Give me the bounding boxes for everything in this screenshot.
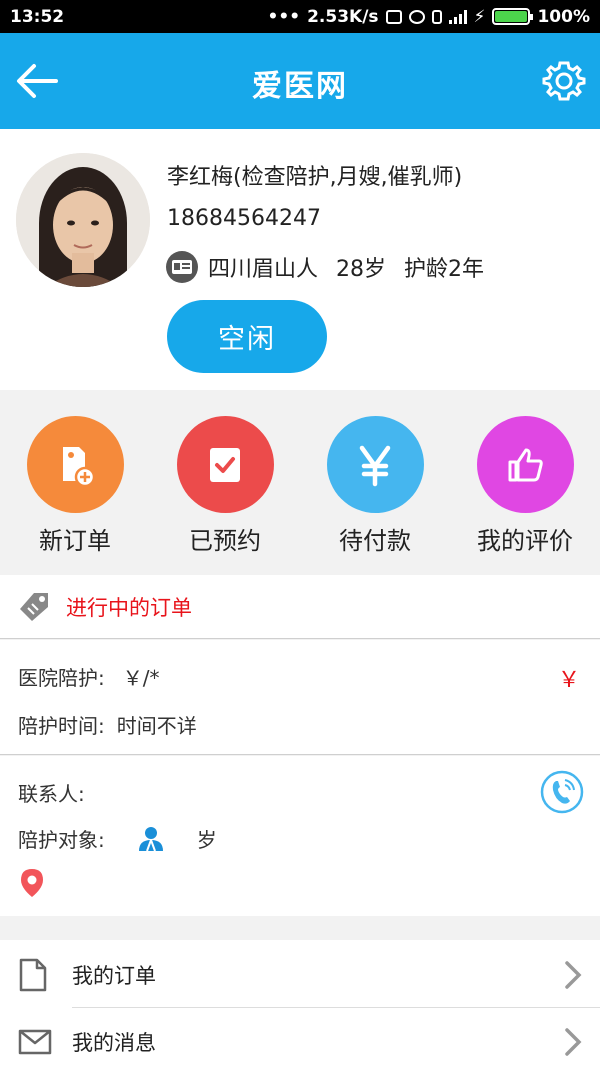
location-pin-icon bbox=[20, 868, 44, 902]
person-icon bbox=[138, 826, 163, 851]
order-contact-block: 联系人: 陪护对象: 岁 bbox=[0, 756, 600, 916]
call-button[interactable] bbox=[540, 770, 584, 814]
yen-icon bbox=[326, 416, 424, 513]
booked-icon bbox=[176, 416, 274, 513]
service-label: 医院陪护: bbox=[18, 666, 105, 690]
menu-divider bbox=[72, 1007, 600, 1008]
avatar[interactable] bbox=[16, 153, 150, 287]
quick-action-pending-payment[interactable]: 待付款 bbox=[300, 390, 450, 575]
signal-icon bbox=[448, 9, 467, 24]
current-orders-header[interactable]: 进行中的订单 bbox=[0, 575, 600, 639]
status-time: 13:52 bbox=[10, 6, 65, 27]
profile-card: 李红梅(检查陪护,月嫂,催乳师) 18684564247 四川眉山人 28岁 护… bbox=[0, 129, 600, 390]
battery-icon bbox=[492, 8, 534, 25]
app-header: 爱医网 bbox=[0, 33, 600, 129]
caregiver-name: 李红梅(检查陪护,月嫂,催乳师) bbox=[167, 165, 463, 190]
charging-icon: ⚡ bbox=[473, 6, 486, 27]
current-orders-heading: 进行中的订单 bbox=[66, 595, 192, 620]
menu-item-my-orders[interactable]: 我的订单 bbox=[0, 942, 600, 1008]
age: 28岁 bbox=[336, 257, 387, 282]
menu-item-my-messages[interactable]: 我的消息 bbox=[0, 1009, 600, 1067]
time-label: 陪护时间: bbox=[18, 714, 105, 738]
availability-status-button[interactable]: 空闲 bbox=[167, 300, 327, 373]
service-row: 医院陪护: ￥/* bbox=[18, 662, 160, 691]
envelope-icon bbox=[18, 1029, 52, 1055]
battery-fill bbox=[495, 11, 528, 22]
quick-actions: 新订单 已预约 待付款 我的评价 bbox=[0, 390, 600, 575]
hometown: 四川眉山人 bbox=[208, 257, 319, 282]
id-card-icon bbox=[166, 251, 198, 283]
mute-icon bbox=[385, 9, 402, 24]
caregiver-info: 四川眉山人 28岁 护龄2年 bbox=[166, 251, 484, 283]
target-age: 岁 bbox=[196, 828, 217, 852]
chevron-right-icon bbox=[565, 961, 582, 989]
new-order-icon bbox=[26, 416, 124, 513]
status-indicators: ••• 2.53K/s ⚡ 100% bbox=[267, 7, 590, 27]
thumbs-up-icon bbox=[476, 416, 574, 513]
contact-row: 联系人: bbox=[18, 778, 85, 807]
sim-icon bbox=[431, 9, 442, 24]
menu-item-label: 我的订单 bbox=[72, 964, 156, 988]
caregiver-phone: 18684564247 bbox=[167, 206, 321, 231]
quick-action-new-order[interactable]: 新订单 bbox=[0, 390, 150, 575]
avatar-photo bbox=[16, 153, 150, 287]
quick-action-label: 我的评价 bbox=[477, 527, 573, 555]
service-value: ￥/* bbox=[122, 666, 160, 690]
status-bar: 13:52 ••• 2.53K/s ⚡ 100% bbox=[0, 0, 600, 33]
quick-action-booked[interactable]: 已预约 bbox=[150, 390, 300, 575]
order-price: ￥ bbox=[557, 668, 580, 693]
battery-percent: 100% bbox=[537, 6, 590, 27]
target-label: 陪护对象: bbox=[18, 828, 105, 852]
menu-list: 我的订单 我的消息 bbox=[0, 940, 600, 1067]
order-service-block[interactable]: 医院陪护: ￥/* ￥ 陪护时间: 时间不详 bbox=[0, 640, 600, 755]
quick-action-label: 待付款 bbox=[339, 527, 411, 555]
menu-item-label: 我的消息 bbox=[72, 1031, 156, 1055]
settings-button[interactable] bbox=[542, 59, 586, 103]
time-value: 时间不详 bbox=[116, 714, 197, 738]
dots-icon: ••• bbox=[267, 6, 301, 27]
contact-label: 联系人: bbox=[18, 782, 85, 806]
network-speed: 2.53K/s bbox=[307, 6, 379, 27]
gear-icon bbox=[542, 61, 586, 101]
alarm-icon bbox=[408, 9, 425, 24]
chevron-right-icon bbox=[565, 1028, 582, 1056]
document-icon bbox=[19, 958, 47, 992]
tag-icon bbox=[20, 592, 48, 621]
quick-action-label: 已预约 bbox=[189, 527, 261, 555]
experience: 护龄2年 bbox=[404, 257, 485, 282]
quick-action-label: 新订单 bbox=[39, 527, 111, 555]
quick-action-my-reviews[interactable]: 我的评价 bbox=[450, 390, 600, 575]
target-row: 陪护对象: 岁 bbox=[18, 824, 217, 853]
time-row: 陪护时间: 时间不详 bbox=[18, 710, 197, 739]
page-title: 爱医网 bbox=[252, 69, 348, 104]
phone-icon bbox=[540, 770, 584, 814]
